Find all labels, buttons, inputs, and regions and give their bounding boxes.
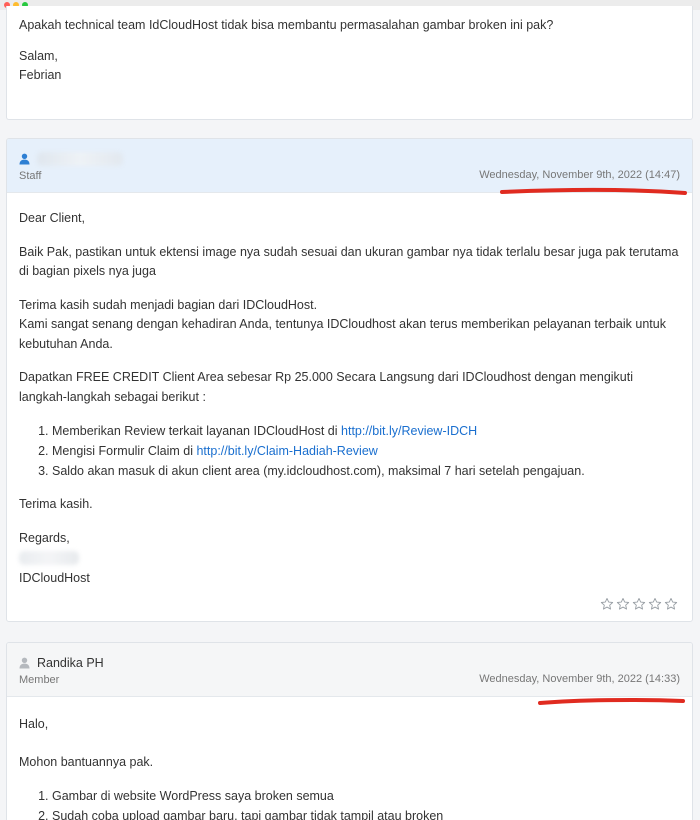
list-item: Memberikan Review terkait layanan IDClou… [52, 421, 680, 441]
member-issues-list: Gambar di website WordPress saya broken … [19, 786, 680, 820]
review-link[interactable]: http://bit.ly/Review-IDCH [341, 424, 477, 438]
staff-paragraph-3: Dapatkan FREE CREDIT Client Area sebesar… [19, 370, 634, 404]
staff-company: IDCloudHost [19, 571, 90, 585]
star-outline-icon[interactable] [648, 597, 662, 611]
staff-thanks: Terima kasih. [19, 497, 93, 511]
star-outline-icon[interactable] [616, 597, 630, 611]
red-underline-annotation [538, 697, 685, 705]
staff-paragraph-2-line-2: Kami sangat senang dengan kehadiran Anda… [19, 317, 666, 351]
star-outline-icon[interactable] [632, 597, 646, 611]
previous-reply-question: Apakah technical team IdCloudHost tidak … [19, 18, 554, 32]
staff-paragraph-1: Baik Pak, pastikan untuk ektensi image n… [19, 244, 679, 279]
member-greeting: Halo, [19, 717, 49, 731]
staff-steps-list: Memberikan Review terkait layanan IDClou… [19, 421, 680, 481]
list-item: Saldo akan masuk di akun client area (my… [52, 461, 680, 481]
list-item: Mengisi Formulir Claim di http://bit.ly/… [52, 441, 680, 461]
star-outline-icon[interactable] [664, 597, 678, 611]
staff-paragraph-2-line-1: Terima kasih sudah menjadi bagian dari I… [19, 297, 318, 312]
staff-opening: Dear Client, [19, 211, 85, 225]
staff-name-redacted [37, 152, 123, 166]
staff-signature-redacted [19, 551, 79, 565]
user-icon [19, 153, 30, 165]
staff-reply-card: Staff Wednesday, November 9th, 2022 (14:… [6, 138, 693, 622]
member-reply-date: Wednesday, November 9th, 2022 (14:33) [479, 673, 680, 685]
staff-regards: Regards, [19, 530, 70, 545]
member-reply-body: Halo, Mohon bantuannya pak. Gambar di we… [7, 697, 692, 820]
previous-reply-name: Febrian [19, 68, 62, 82]
rating-stars [600, 597, 678, 611]
red-underline-annotation [500, 187, 687, 195]
claim-link[interactable]: http://bit.ly/Claim-Hadiah-Review [196, 444, 377, 458]
staff-reply-body: Dear Client, Baik Pak, pastikan untuk ek… [7, 193, 692, 589]
member-request: Mohon bantuannya pak. [19, 754, 154, 769]
previous-reply-card: Apakah technical team IdCloudHost tidak … [6, 6, 693, 120]
member-reply-header: Randika PH Member Wednesday, November 9t… [7, 643, 692, 697]
list-item: Gambar di website WordPress saya broken … [52, 786, 680, 806]
previous-reply-greeting: Salam, [19, 49, 58, 63]
staff-reply-date: Wednesday, November 9th, 2022 (14:47) [479, 169, 680, 181]
member-reply-card: Randika PH Member Wednesday, November 9t… [6, 642, 693, 820]
list-item: Sudah coba upload gambar baru, tapi gamb… [52, 806, 680, 820]
user-icon [19, 657, 30, 669]
member-name: Randika PH [37, 656, 104, 670]
star-outline-icon[interactable] [600, 597, 614, 611]
